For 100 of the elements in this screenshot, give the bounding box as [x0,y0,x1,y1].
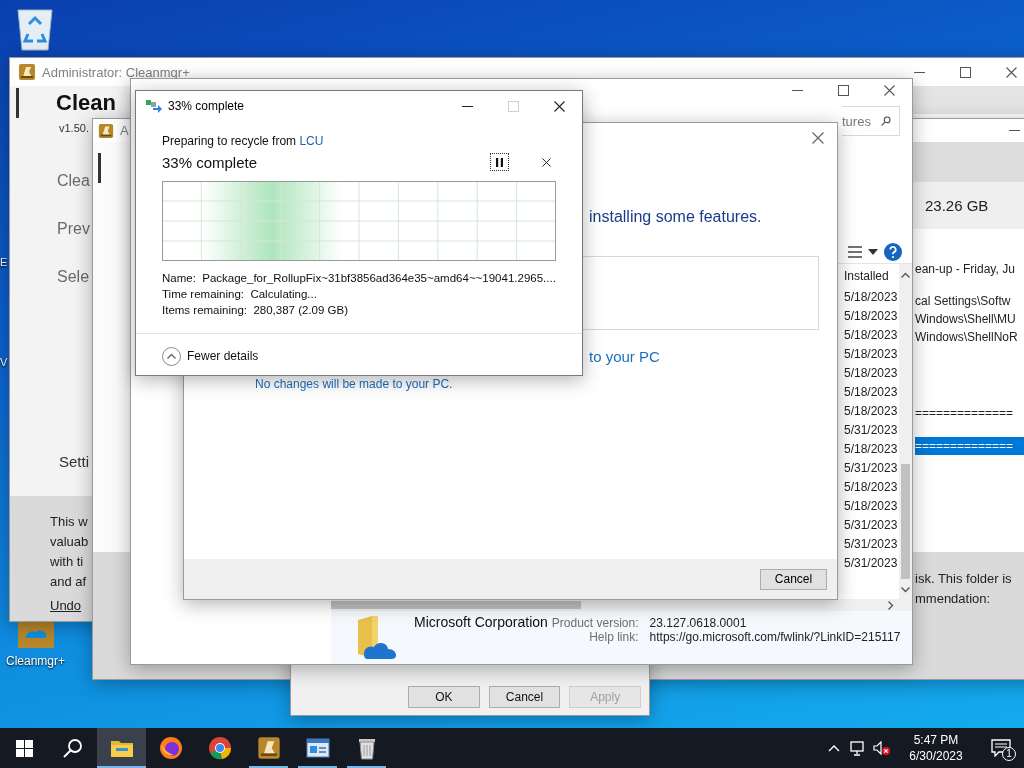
publisher-name: Microsoft Corporation [414,614,548,630]
details-link[interactable]: to your PC [589,348,660,365]
minimize-icon [791,89,803,91]
undo-link[interactable]: Undo [50,596,82,616]
help-icon[interactable] [884,243,902,261]
taskbar-app[interactable] [97,728,146,768]
time-text: 5:47 PM [913,732,959,748]
notifications-button[interactable]: 1 [978,728,1024,768]
details-toggle[interactable]: Fewer details [162,345,259,367]
info-text: and af [50,573,87,591]
chevron-up-icon [828,744,840,752]
pause-icon [496,157,503,167]
source-link[interactable]: LCU [299,134,324,148]
date-cell-text: 5/18/2023 [843,346,899,363]
close-icon [553,100,565,112]
date-cell-text: 5/18/2023 [843,479,899,496]
message-icon [991,739,1011,757]
dialog-button[interactable]: Cancel [488,686,561,708]
source-text: Preparing to recycle from LCU [162,133,325,149]
nav-item[interactable]: Setti [59,450,89,474]
column-header[interactable]: Installed [841,264,899,288]
notification-count: 1 [1002,747,1016,761]
app-icon [256,736,281,760]
date-cell-text: 5/31/2023 [843,422,899,439]
info-text: isk. This folder is [915,570,1012,588]
nav-item[interactable]: Prev [57,217,90,241]
app-name: Clean [56,90,116,116]
window-title: 33% complete [168,99,245,113]
field-label: Product version: [551,616,640,630]
network-icon [850,740,866,756]
log-line: ean-up - Friday, Ju [915,261,1015,278]
accent-bar [98,153,101,183]
date-cell-text: 5/18/2023 [843,308,899,325]
date-cell-text: 5/18/2023 [843,441,899,458]
muted-speaker-icon [873,740,891,756]
folder-icon [109,738,134,758]
detail-text: Time remaining: Calculating... [162,287,318,302]
app-icon [98,122,114,139]
nav-item[interactable]: Clea [57,169,90,193]
size-label: 23.26 GB [925,197,989,214]
app-icon [18,63,36,81]
windows-icon [15,739,33,757]
date-cell-text: 5/18/2023 [843,384,899,401]
field-label: Help link: [588,630,640,644]
icon-label: V [0,356,8,368]
transfer-icon [146,99,162,113]
dialog-button[interactable]: OK [408,686,480,708]
browser-icon [207,736,232,760]
close-icon [883,84,895,96]
note-text: No changes will be made to your PC. [255,377,453,391]
info-text: valuab [50,533,89,551]
minimize-icon [913,71,925,73]
caret-icon[interactable] [868,249,878,255]
detail-text: Items remaining: 280,387 (2.09 GB) [162,303,350,318]
info-text: with ti [50,553,84,571]
dialog-heading: installing some features. [589,208,762,226]
search-icon [880,114,891,128]
date-cell-text: 5/31/2023 [843,536,899,553]
help-link[interactable]: https://go.microsoft.com/fwlink/?LinkID=215117 [649,630,901,644]
field-value: 23.127.0618.0001 [649,616,748,630]
minimize-icon [461,105,473,107]
detail-text: Name: Package_for_RollupFix~31bf3856ad364e35~amd64~~19041.2965.... [162,271,556,286]
nav-item[interactable]: Sele [57,265,90,289]
chevron-up-icon [162,346,181,366]
scrollbar[interactable] [899,264,912,599]
accent-bar [16,88,19,118]
scroll-up-icon[interactable] [901,272,910,278]
window-title: Administrator: Cleanmgr+ [42,64,190,80]
info-text: mmendation: [915,590,991,608]
date-cell-text: 5/18/2023 [843,403,899,420]
bin-icon [356,736,377,760]
log-line[interactable]: ============== [915,404,1024,422]
log-line: Windows\ShellNoR [915,329,1018,346]
close-icon [541,157,551,167]
date-cell-text: 5/31/2023 [843,555,899,572]
maximize-icon [837,84,849,96]
app-icon[interactable] [15,620,56,650]
close-icon [812,132,824,144]
date-cell-text: 5/18/2023 [843,498,899,515]
close-icon [1005,66,1017,78]
pause-button[interactable] [490,153,509,171]
window-title: A [120,123,129,138]
cloud-folder-icon [356,614,398,660]
scroll-right-icon[interactable] [888,600,894,610]
scroll-down-icon[interactable] [901,587,910,593]
cancel-button[interactable]: Cancel [760,568,827,590]
window-icon [305,738,330,758]
date-cell-text: 5/18/2023 [843,365,899,382]
browser-icon [158,736,183,760]
minimize-icon [1008,130,1020,131]
trash-icon[interactable] [14,6,56,52]
scroll-thumb[interactable] [901,464,910,579]
scroll-thumb[interactable] [331,601,581,609]
view-icon[interactable] [848,246,862,258]
search-field[interactable]: tures [842,106,900,136]
clock[interactable]: 5:47 PM 6/30/2023 [894,728,978,768]
date-cell-text: 5/31/2023 [843,517,899,534]
log-line: cal Settings\Softw [915,293,1011,310]
progress-status: 33% complete [162,153,259,171]
icon-label: Cleanmgr+ [6,654,66,668]
